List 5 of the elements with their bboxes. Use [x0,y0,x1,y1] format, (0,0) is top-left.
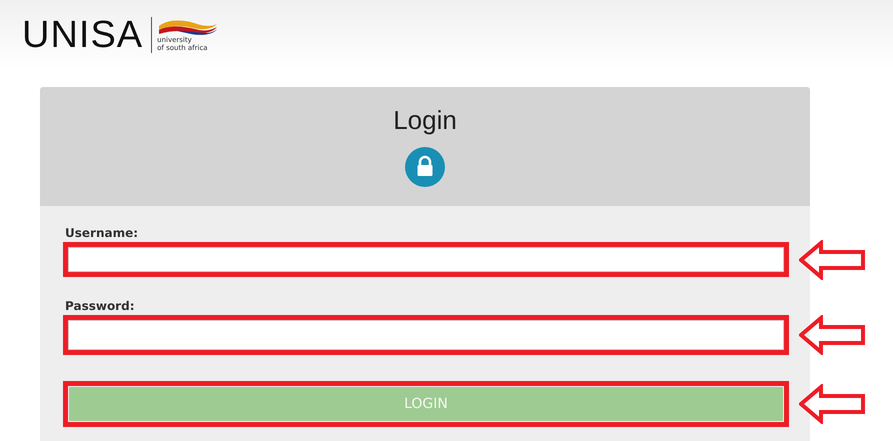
field-label: Password: [65,299,136,313]
logo-wordmark: UNISA [22,16,144,54]
login-button[interactable]: LOGIN [69,387,783,421]
login-title: Login [393,105,457,136]
field-label: Username: [65,226,140,240]
